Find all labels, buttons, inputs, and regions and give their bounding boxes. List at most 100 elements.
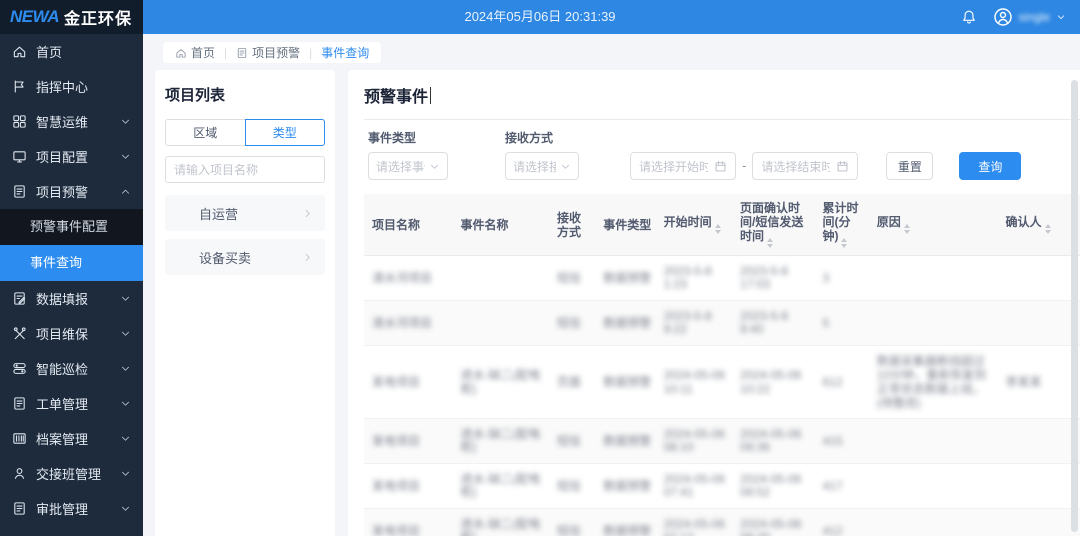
sidebar-item-12[interactable]: 审批管理 xyxy=(0,491,143,526)
sidebar-subitem[interactable]: 预警事件配置 xyxy=(0,209,143,245)
doc-pen-icon xyxy=(12,291,27,306)
breadcrumb-home[interactable]: 首页 xyxy=(175,44,215,61)
sidebar-item-5[interactable]: 项目预警 xyxy=(0,174,143,209)
column-header-5[interactable]: 开始时间 xyxy=(658,194,734,256)
sidebar-item-6[interactable]: 数据填报 xyxy=(0,281,143,316)
breadcrumb-separator: | xyxy=(224,46,227,60)
chevron-down-icon xyxy=(120,468,131,479)
cell-project: 某电项目 xyxy=(364,464,455,509)
cell-reason xyxy=(871,256,1000,301)
sidebar-item-3[interactable]: 智慧运维 xyxy=(0,104,143,139)
panel-title: 项目列表 xyxy=(165,84,325,105)
sort-icon[interactable] xyxy=(767,238,773,248)
sidebar-subitem[interactable]: 事件查询 xyxy=(0,245,143,281)
cell-confirmer: 李某某 xyxy=(1000,346,1080,419)
sort-icon[interactable] xyxy=(1045,224,1051,234)
cell-confirmer xyxy=(1000,256,1080,301)
cell-reason xyxy=(871,509,1000,536)
sidebar-item-11[interactable]: 交接班管理 xyxy=(0,456,143,491)
table-header-row: 项目名称事件名称接收方式事件类型开始时间页面确认时间/短信发送时间累计时间(分钟… xyxy=(364,194,1080,256)
cell-event: 进水-缺二(配电柜) xyxy=(455,509,552,536)
cell-project: 清水河项目 xyxy=(364,301,455,346)
tab-region[interactable]: 区域 xyxy=(165,119,245,146)
cell-recv: 短信 xyxy=(551,509,597,536)
cell-type: 数据预警 xyxy=(597,464,657,509)
submenu: 预警事件配置事件查询 xyxy=(0,209,143,281)
project-tree: 自运营设备买卖 xyxy=(165,195,325,275)
cell-confirm: 2024-05-06 09:36 xyxy=(734,419,816,464)
tools-icon xyxy=(12,326,27,341)
vertical-scrollbar-thumb[interactable] xyxy=(1071,80,1078,532)
text-cursor xyxy=(430,87,431,104)
sidebar-item-label: 项目维保 xyxy=(36,324,120,343)
cell-confirm: 2024-05-06 08:52 xyxy=(734,464,816,509)
chevron-right-icon xyxy=(302,208,313,219)
cell-start: 2024-05-06 10:11 xyxy=(658,346,734,419)
user-menu[interactable]: single xyxy=(993,7,1066,27)
breadcrumb-project-warning[interactable]: 项目预警 xyxy=(236,44,300,61)
avatar-icon xyxy=(993,7,1013,27)
table-row: 清水河项目 短信数据预警2023-5-8 9:222023-5-8 9:405 xyxy=(364,301,1080,346)
column-header-8[interactable]: 原因 xyxy=(871,194,1000,256)
chevron-down-icon xyxy=(120,363,131,374)
cell-minutes: 612 xyxy=(816,346,870,419)
end-time-picker[interactable]: 请选择结束时间 xyxy=(752,152,858,180)
cell-type: 数据预警 xyxy=(597,419,657,464)
receive-mode-select[interactable]: 请选择接收... xyxy=(505,152,579,180)
sidebar-item-4[interactable]: 项目配置 xyxy=(0,139,143,174)
monitor-icon xyxy=(12,149,27,164)
barcode-icon xyxy=(12,431,27,446)
cell-recv: 短信 xyxy=(551,301,597,346)
breadcrumb-event-query[interactable]: 事件查询 xyxy=(321,44,369,61)
doc-icon xyxy=(12,396,27,411)
chevron-down-icon xyxy=(429,161,440,172)
flag-icon xyxy=(12,79,27,94)
cell-minutes: 412 xyxy=(816,509,870,536)
project-search-input[interactable] xyxy=(165,156,325,183)
tree-item[interactable]: 设备买卖 xyxy=(165,239,325,275)
reset-button[interactable]: 重置 xyxy=(886,152,933,180)
cell-start: 2023-5-8 9:22 xyxy=(658,301,734,346)
cell-project: 某电项目 xyxy=(364,509,455,536)
start-time-picker[interactable]: 请选择开始时间 xyxy=(630,152,736,180)
sidebar-item-10[interactable]: 档案管理 xyxy=(0,421,143,456)
tab-type[interactable]: 类型 xyxy=(245,119,326,146)
calendar-icon xyxy=(836,160,849,173)
divider xyxy=(364,119,1080,120)
column-header-2: 事件名称 xyxy=(455,194,552,256)
cell-type: 数据预警 xyxy=(597,346,657,419)
tree-item[interactable]: 自运营 xyxy=(165,195,325,231)
column-header-7[interactable]: 累计时间(分钟) xyxy=(816,194,870,256)
cell-minutes: 5 xyxy=(816,301,870,346)
cell-minutes: 3 xyxy=(816,256,870,301)
topbar: NEWA 金正环保 2024年05月06日 20:31:39 single xyxy=(0,0,1080,34)
sidebar-item-9[interactable]: 工单管理 xyxy=(0,386,143,421)
cell-event: 进水-缺二(配电柜) xyxy=(455,464,552,509)
cell-confirm: 2023-5-8 17:03 xyxy=(734,256,816,301)
breadcrumb: 首页 | 项目预警 | 事件查询 xyxy=(163,42,381,63)
column-header-9[interactable]: 确认人 xyxy=(1000,194,1080,256)
topbar-right: single xyxy=(961,0,1066,34)
search-button[interactable]: 查询 xyxy=(959,152,1021,180)
column-header-6[interactable]: 页面确认时间/短信发送时间 xyxy=(734,194,816,256)
sort-icon[interactable] xyxy=(904,224,910,234)
cell-recv: 短信 xyxy=(551,256,597,301)
sidebar-item-7[interactable]: 项目维保 xyxy=(0,316,143,351)
cell-start: 2023-5-8 1:23 xyxy=(658,256,734,301)
cell-type: 数据预警 xyxy=(597,301,657,346)
cell-confirm: 2023-5-8 9:40 xyxy=(734,301,816,346)
sidebar-item-label: 首页 xyxy=(36,42,131,61)
sidebar-item-2[interactable]: 指挥中心 xyxy=(0,69,143,104)
events-table: 项目名称事件名称接收方式事件类型开始时间页面确认时间/短信发送时间累计时间(分钟… xyxy=(364,194,1080,536)
sort-icon[interactable] xyxy=(715,224,721,234)
sort-icon[interactable] xyxy=(841,238,847,248)
sidebar-item-label: 指挥中心 xyxy=(36,77,131,96)
logo-brand: NEWA xyxy=(10,7,59,27)
bell-icon[interactable] xyxy=(961,9,977,25)
cell-confirm: 2024-05-06 08:20 xyxy=(734,509,816,536)
sidebar-item-8[interactable]: 智能巡检 xyxy=(0,351,143,386)
grid-icon xyxy=(12,114,27,129)
event-type-select[interactable]: 请选择事件... xyxy=(368,152,448,180)
cell-recv: 页面 xyxy=(551,346,597,419)
sidebar-item-1[interactable]: 首页 xyxy=(0,34,143,69)
